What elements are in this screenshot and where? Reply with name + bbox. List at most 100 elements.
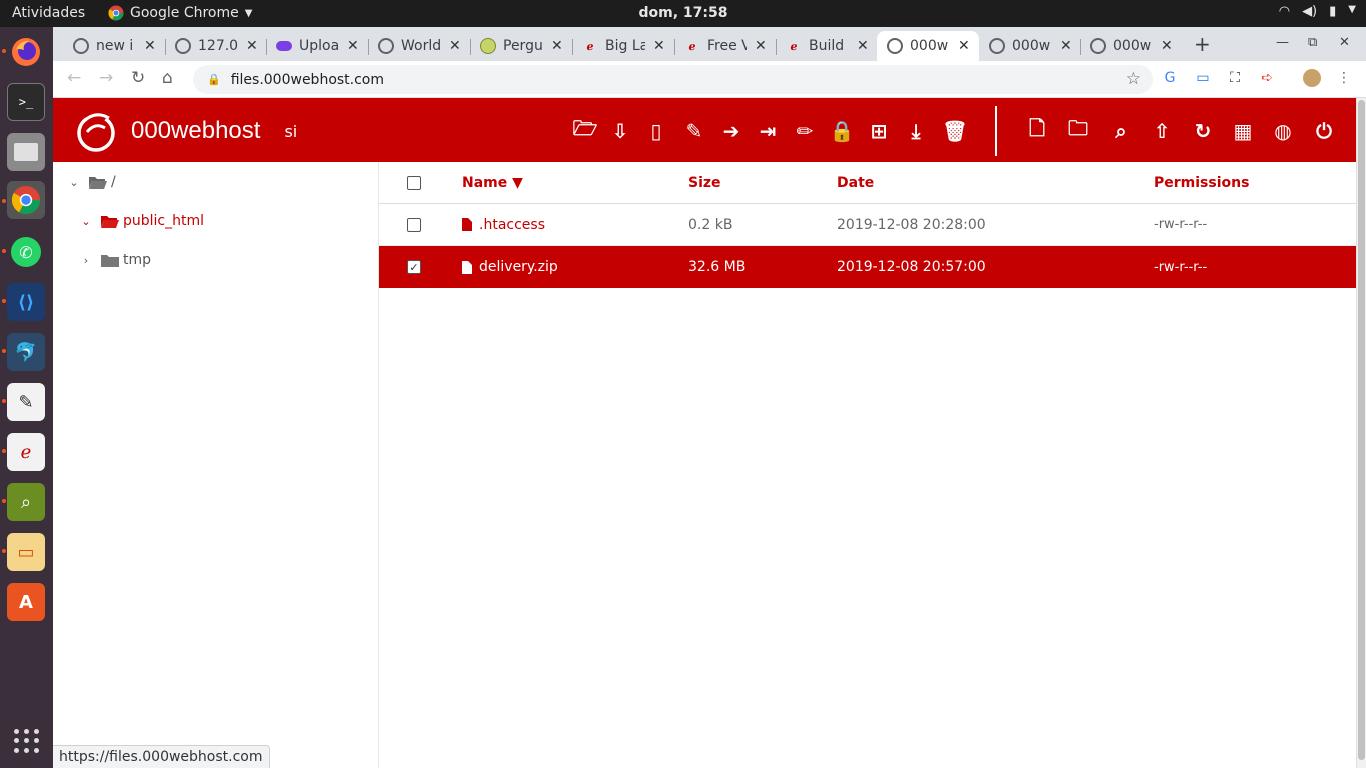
tab-2[interactable]: Uploa ✕	[266, 31, 359, 61]
system-tray[interactable]: ◠ ◀) ▮ ▼	[1279, 4, 1356, 19]
close-icon[interactable]: ✕	[1060, 38, 1072, 54]
vscode-icon[interactable]: ⟨⟩	[7, 283, 45, 321]
power-icon[interactable]: ⏻	[1311, 118, 1337, 144]
close-icon[interactable]: ✕	[1161, 38, 1173, 54]
whatsapp-icon[interactable]: ✆	[7, 233, 45, 271]
tab-label: 127.0	[198, 38, 238, 54]
row-checkbox-checked[interactable]: ✓	[407, 260, 421, 274]
lock-permissions-icon[interactable]: 🔒	[829, 118, 855, 144]
date-column-header[interactable]: Date	[837, 175, 874, 191]
cast-icon[interactable]: ▭	[1194, 69, 1212, 87]
file-size: 32.6 MB	[688, 259, 746, 275]
file-permissions[interactable]: -rw-r--r--	[1154, 260, 1207, 275]
extract-icon[interactable]: ⤓	[903, 118, 929, 144]
tree-item-tmp[interactable]: › tmp	[79, 252, 151, 268]
folder-tree: ⌄ / ⌄ public_html › tmp	[53, 162, 379, 768]
trash-icon[interactable]: 🗑	[942, 118, 968, 144]
download-icon[interactable]: ⇩	[607, 118, 633, 144]
page-scrollbar[interactable]	[1356, 98, 1366, 768]
tab-5[interactable]: ℯ Big La ✕	[572, 31, 665, 61]
close-icon[interactable]: ✕	[551, 38, 563, 54]
name-column-header[interactable]: Name ▼	[462, 175, 523, 191]
close-icon[interactable]: ✕	[347, 38, 359, 54]
toolbar: ← → ↻ ⌂ 🔒 files.000webhost.com ☆ G ▭ ⛶ ➪…	[53, 61, 1366, 98]
tab-label: new i	[96, 38, 134, 54]
url-text: files.000webhost.com	[230, 71, 385, 88]
close-icon[interactable]: ✕	[653, 38, 665, 54]
chrome-dock-icon[interactable]	[7, 181, 45, 219]
avatar[interactable]	[1303, 69, 1321, 87]
file-name[interactable]: delivery.zip	[462, 259, 558, 275]
text-editor-icon[interactable]: ✎	[7, 383, 45, 421]
extension-icon[interactable]: ➪	[1258, 69, 1276, 87]
tree-item-public-html[interactable]: ⌄ public_html	[79, 213, 204, 229]
tab-1[interactable]: 127.0 ✕	[165, 31, 258, 61]
address-bar[interactable]: 🔒 files.000webhost.com ☆	[193, 65, 1153, 94]
refresh-icon[interactable]: ↻	[1190, 118, 1216, 144]
home-button[interactable]: ⌂	[162, 68, 173, 88]
move-icon[interactable]: ➔	[718, 118, 744, 144]
tab-4[interactable]: Pergu ✕	[470, 31, 563, 61]
grid-view-icon[interactable]: ▦	[1230, 118, 1256, 144]
impress-icon[interactable]: ▭	[7, 533, 45, 571]
file-table: Name ▼ Size Date Permissions .htaccess 0…	[379, 162, 1356, 768]
open-folder-icon[interactable]: 🗁	[572, 116, 598, 144]
files-icon[interactable]	[7, 133, 45, 171]
logo[interactable]: 000webhost si	[73, 108, 297, 154]
maximize-button[interactable]: ⧉	[1308, 35, 1317, 50]
tab-0[interactable]: new i ✕	[63, 31, 156, 61]
image-viewer-icon[interactable]: ⌕	[7, 483, 45, 521]
mysql-workbench-icon[interactable]: 🐬	[7, 333, 45, 371]
forward-button[interactable]: →	[99, 68, 113, 88]
software-center-icon[interactable]: A	[7, 583, 45, 621]
table-row-selected[interactable]: ✓ delivery.zip 32.6 MB 2019-12-08 20:57:…	[379, 246, 1356, 288]
clock[interactable]: dom, 17:58	[0, 5, 1366, 21]
archive-icon[interactable]: ⊞	[866, 118, 892, 144]
reload-button[interactable]: ↻	[131, 68, 145, 88]
tab-label: 000w	[910, 38, 949, 54]
file-name[interactable]: .htaccess	[462, 217, 545, 233]
bookmark-star-icon[interactable]: ☆	[1126, 69, 1141, 89]
close-window-button[interactable]: ✕	[1339, 35, 1350, 50]
translate-icon[interactable]: G	[1161, 69, 1179, 87]
tab-3[interactable]: World ✕	[368, 31, 461, 61]
terminal-icon[interactable]: >_	[7, 83, 45, 121]
file-permissions[interactable]: -rw-r--r--	[1154, 217, 1207, 232]
tab-10[interactable]: 000w ✕	[1080, 31, 1173, 61]
minimize-button[interactable]: —	[1276, 35, 1289, 50]
globe-language-icon[interactable]: ◍	[1270, 118, 1296, 144]
tab-7[interactable]: ℯ Build ✕	[776, 31, 869, 61]
close-icon[interactable]: ✕	[449, 38, 461, 54]
select-all-checkbox[interactable]	[407, 175, 421, 190]
upload-icon[interactable]: ⇧	[1149, 118, 1175, 144]
add-folder-icon[interactable]: 🗀	[1065, 116, 1091, 144]
tree-root[interactable]: ⌄ /	[67, 174, 115, 190]
new-file-icon[interactable]: ▯	[643, 118, 669, 144]
close-icon[interactable]: ✕	[144, 38, 156, 54]
close-icon[interactable]: ✕	[246, 38, 258, 54]
globe-icon	[175, 38, 191, 54]
back-button[interactable]: ←	[67, 68, 81, 88]
tab-6[interactable]: ℯ Free V ✕	[674, 31, 767, 61]
rename-icon[interactable]: ⇥	[755, 118, 781, 144]
row-checkbox[interactable]	[407, 217, 421, 232]
new-tab-button[interactable]: +	[1194, 32, 1211, 56]
pencil-icon[interactable]: ✏	[792, 118, 818, 144]
tab-8-active[interactable]: 000w ✕	[877, 31, 979, 61]
tab-9[interactable]: 000w ✕	[979, 31, 1072, 61]
webhost-app-icon[interactable]: ℯ	[7, 433, 45, 471]
edit-icon[interactable]: ✎	[681, 118, 707, 144]
screenshot-icon[interactable]: ⛶	[1226, 69, 1244, 87]
size-column-header[interactable]: Size	[688, 175, 721, 191]
add-file-icon[interactable]: 🗋	[1024, 116, 1050, 144]
close-icon[interactable]: ✕	[755, 38, 767, 54]
table-row[interactable]: .htaccess 0.2 kB 2019-12-08 20:28:00 -rw…	[379, 204, 1356, 246]
permissions-column-header[interactable]: Permissions	[1154, 175, 1249, 191]
close-icon[interactable]: ✕	[958, 38, 970, 54]
close-icon[interactable]: ✕	[857, 38, 869, 54]
firefox-icon[interactable]	[7, 33, 45, 71]
search-icon[interactable]: ⌕	[1108, 118, 1134, 144]
show-applications-icon[interactable]	[11, 726, 41, 756]
menu-icon[interactable]: ⋮	[1335, 69, 1353, 87]
scrollbar-thumb[interactable]	[1358, 100, 1365, 760]
